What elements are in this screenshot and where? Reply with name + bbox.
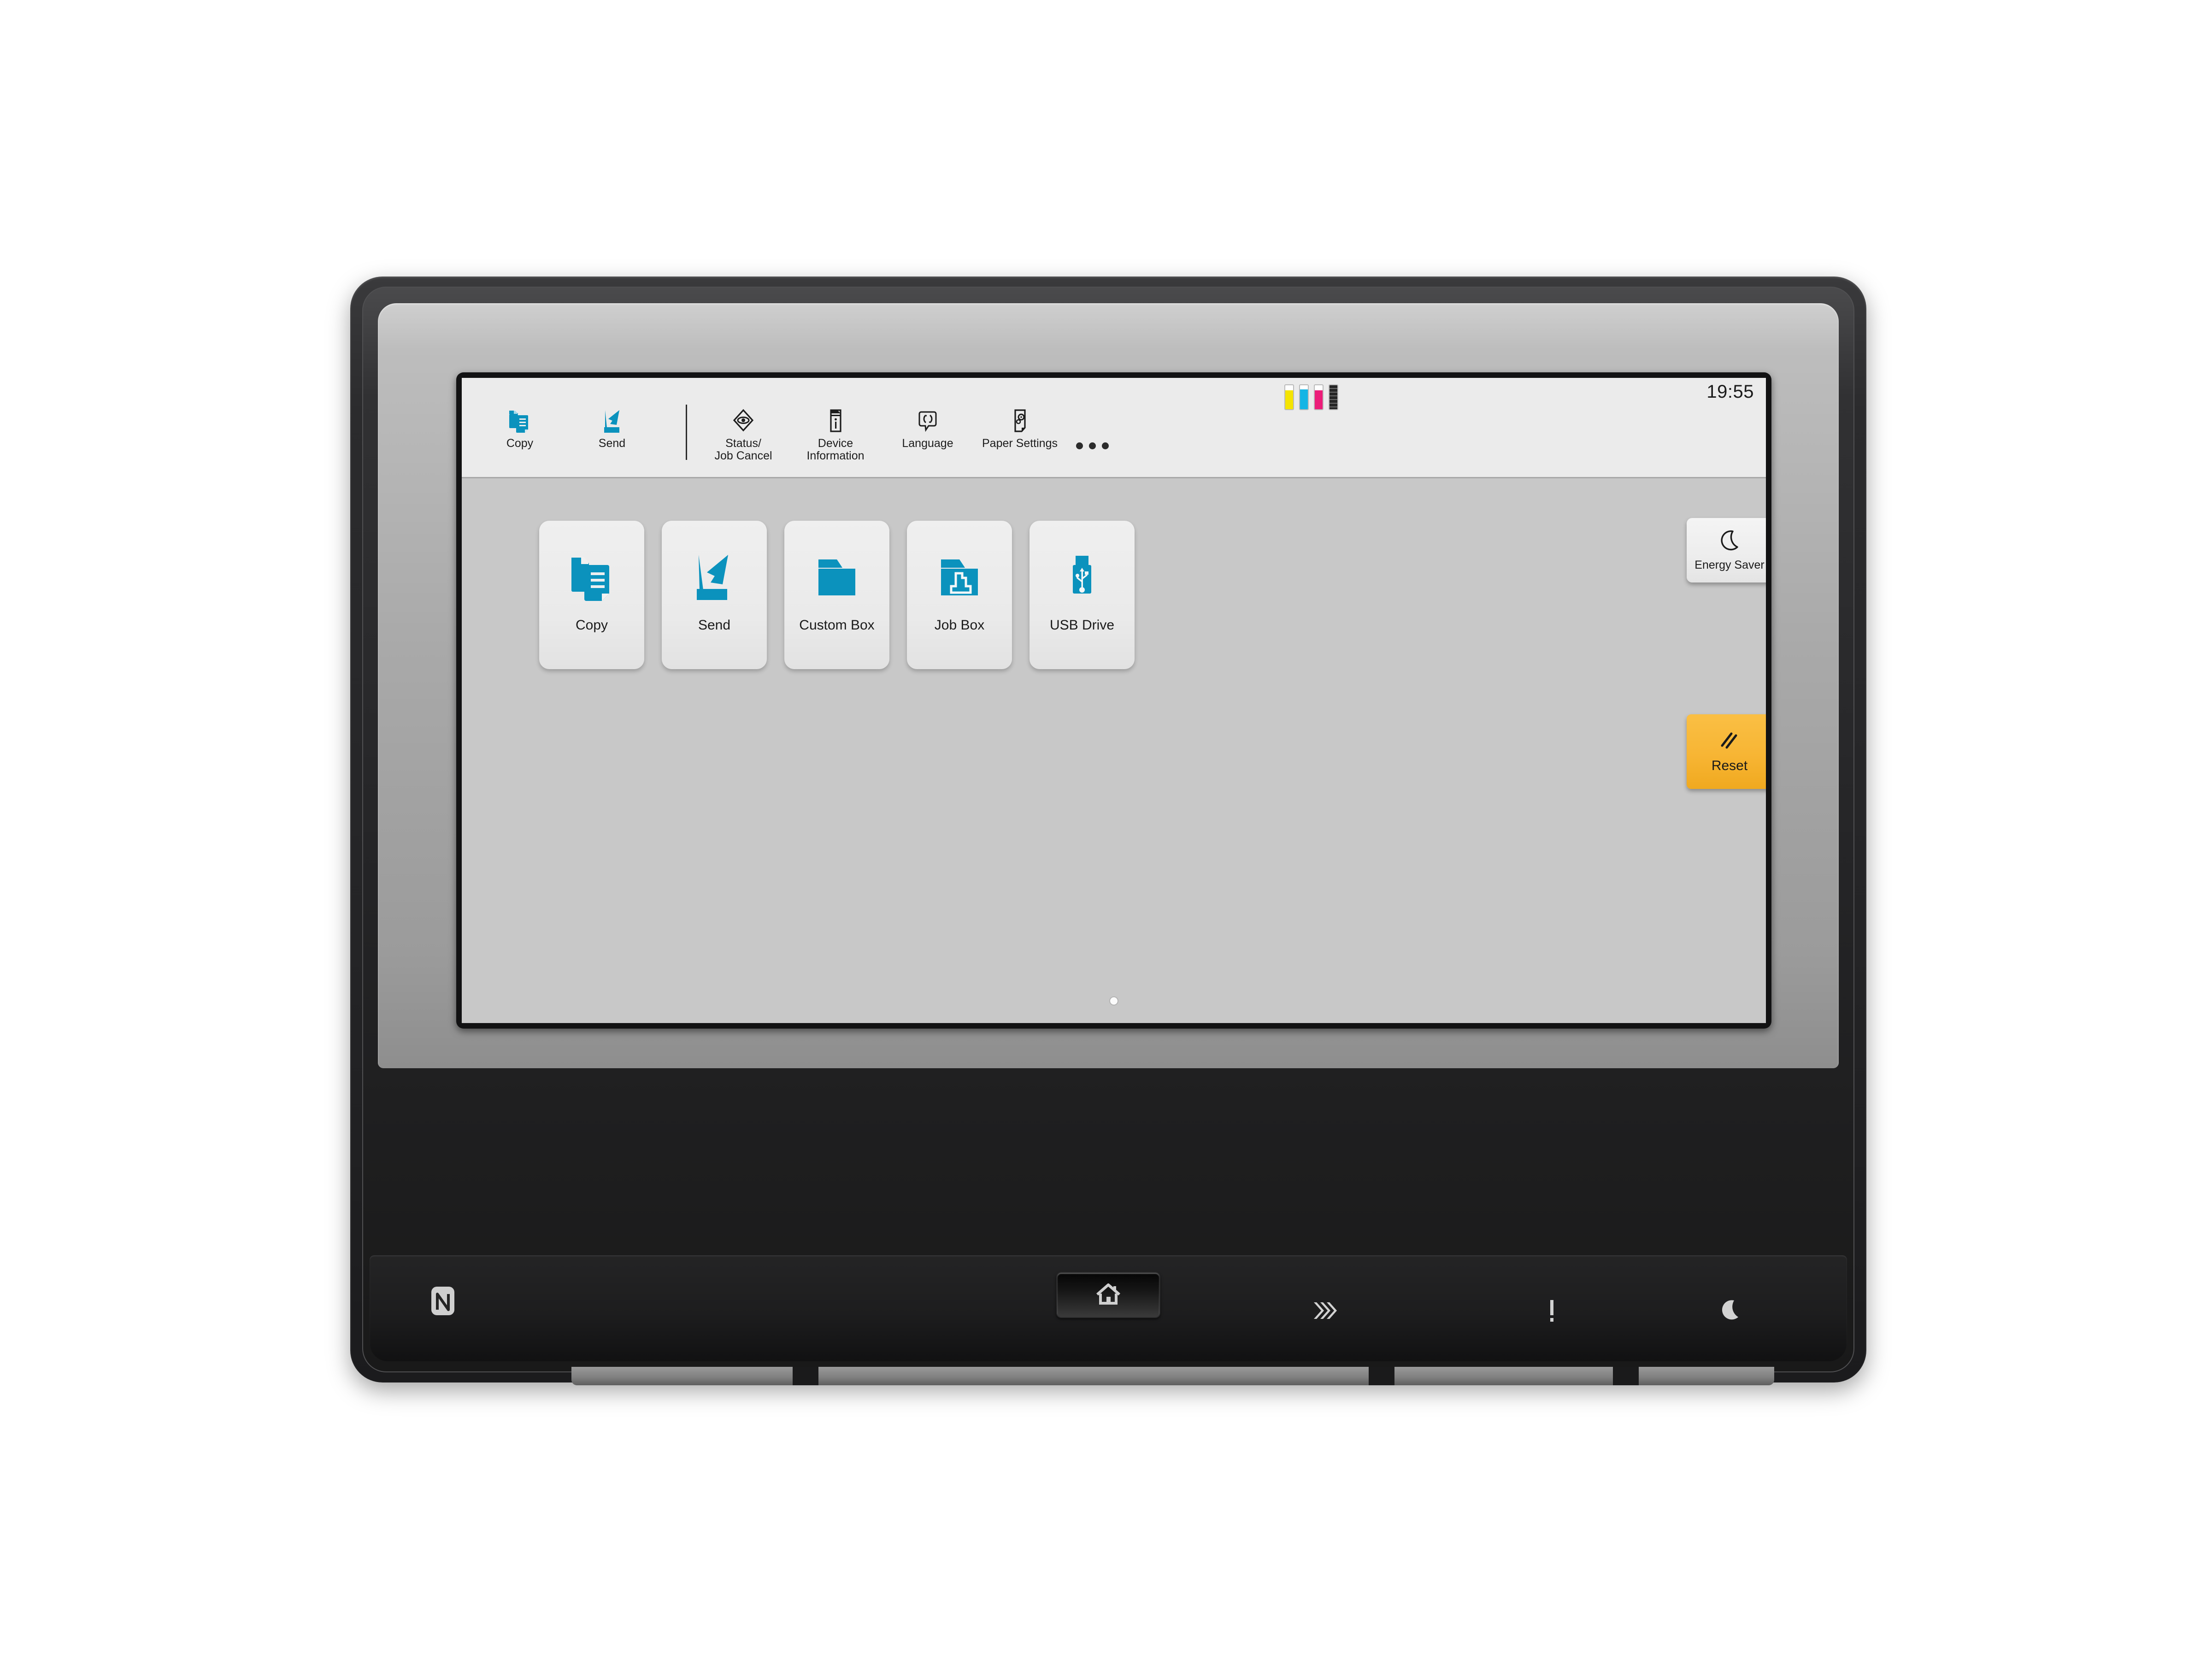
tile-copy[interactable]: Copy (539, 521, 644, 669)
device-info-icon (789, 406, 882, 435)
home-workspace: Copy Send Custom Box Job Box USB Drive E… (462, 478, 1766, 1023)
copy-icon (474, 406, 566, 435)
processing-led (1305, 1295, 1342, 1328)
page-indicator (462, 996, 1766, 1006)
toolbar-shortcut-send[interactable]: Send (566, 405, 658, 450)
touchscreen[interactable]: 19:55 Copy Send Status/ Job Cancel Devic… (462, 378, 1766, 1023)
copy-documents-icon (566, 547, 618, 606)
tile-label: Send (698, 618, 731, 633)
tile-send[interactable]: Send (662, 521, 767, 669)
tile-job-box[interactable]: Job Box (907, 521, 1012, 669)
toolbar-function-label: Status/ Job Cancel (714, 437, 772, 462)
chevrons-icon (1307, 1298, 1340, 1326)
status-toolbar: 19:55 Copy Send Status/ Job Cancel Devic… (462, 378, 1766, 478)
dot (1089, 442, 1096, 449)
home-tile-grid: Copy Send Custom Box Job Box USB Drive (539, 521, 1507, 684)
page-dot[interactable] (1109, 996, 1118, 1006)
reset-button[interactable]: Reset (1687, 714, 1766, 789)
tile-label: Copy (575, 618, 608, 633)
tile-usb-drive[interactable]: USB Drive (1030, 521, 1135, 669)
reset-label: Reset (1711, 758, 1748, 773)
toolbar-function-label: Paper Settings (982, 437, 1058, 450)
toolbar-shortcut-label: Copy (506, 437, 534, 450)
clock: 19:55 (1706, 382, 1754, 402)
moon-icon (1717, 529, 1742, 554)
tile-label: Job Box (934, 618, 985, 633)
status-eye-icon (697, 406, 789, 435)
nfc-icon (428, 1284, 458, 1319)
folder-icon (811, 547, 863, 606)
lcd-frame: 19:55 Copy Send Status/ Job Cancel Devic… (456, 372, 1771, 1029)
dot (1102, 442, 1109, 449)
toolbar-shortcut-label: Send (598, 437, 626, 450)
toolbar-device-information[interactable]: Device Information (789, 405, 882, 462)
tile-label: USB Drive (1049, 618, 1115, 633)
energy-saver-label: Energy Saver (1694, 559, 1765, 571)
attention-led (1533, 1295, 1570, 1328)
toolbar-paper-settings[interactable]: Paper Settings (974, 405, 1066, 450)
panel-base-strip (571, 1367, 1774, 1385)
energy-saver-button[interactable]: Energy Saver (1687, 518, 1766, 582)
toolbar-status-job-cancel[interactable]: Status/ Job Cancel (697, 405, 789, 462)
energy-saver-led (1713, 1295, 1750, 1328)
toolbar-divider (686, 405, 687, 460)
home-button[interactable] (1056, 1272, 1160, 1318)
mfp-control-panel: 19:55 Copy Send Status/ Job Cancel Devic… (350, 276, 1866, 1385)
home-icon (1095, 1282, 1122, 1309)
paper-settings-icon (974, 406, 1066, 435)
double-slash-icon (1716, 730, 1743, 753)
toolbar-row: Copy Send Status/ Job Cancel Device Info… (462, 405, 1766, 474)
send-icon (566, 406, 658, 435)
send-scan-icon (688, 547, 740, 606)
usb-drive-icon (1056, 547, 1108, 606)
tile-custom-box[interactable]: Custom Box (784, 521, 889, 669)
language-icon (882, 406, 974, 435)
exclamation-icon (1546, 1297, 1558, 1326)
dot (1076, 442, 1083, 449)
toolbar-language[interactable]: Language (882, 405, 974, 450)
moon-icon (1720, 1298, 1742, 1326)
toolbar-function-label: Language (902, 437, 953, 450)
toolbar-shortcut-copy[interactable]: Copy (474, 405, 566, 450)
tile-label: Custom Box (799, 618, 875, 633)
hardware-key-bezel (370, 1255, 1847, 1361)
folder-print-icon (934, 547, 985, 606)
toolbar-function-label: Device Information (806, 437, 865, 462)
more-options-button[interactable] (1076, 442, 1109, 449)
